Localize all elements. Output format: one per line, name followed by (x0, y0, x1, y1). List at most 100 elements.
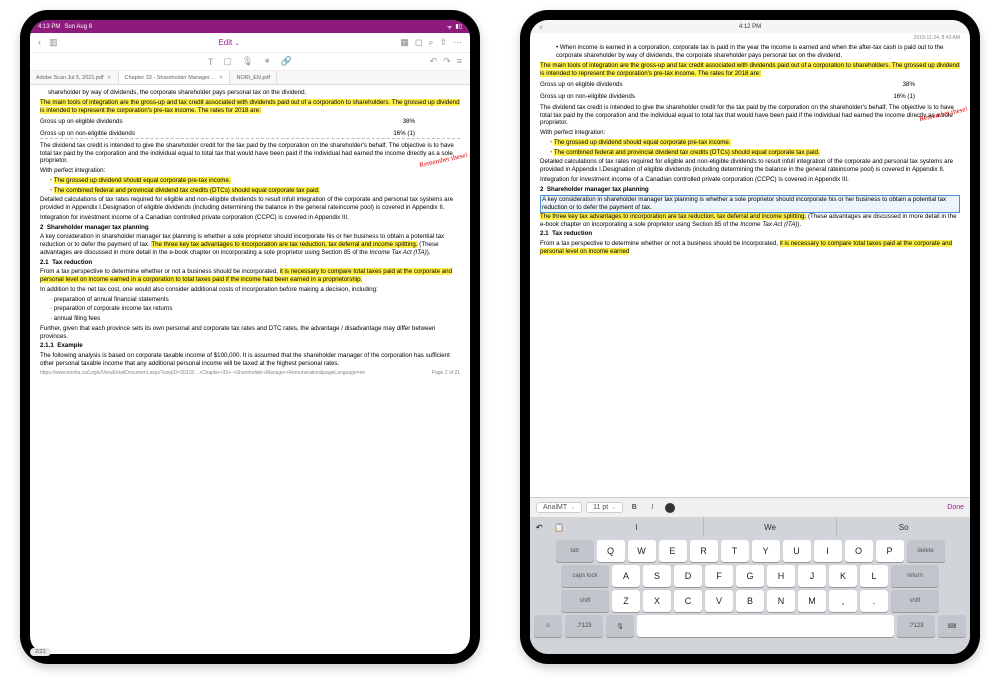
redo-icon[interactable]: ↷ (443, 56, 451, 67)
data-row: Gross up on non-eligible dividends16% (1… (40, 130, 460, 139)
bold-button[interactable]: B (627, 501, 641, 515)
tab-2[interactable]: Chapter 33 - Shareholder Manager…✕ (119, 71, 231, 84)
key-space[interactable] (637, 615, 894, 637)
section-heading: 2 Shareholder manager tax planning (540, 186, 960, 194)
body-text: Detailed calculations of tax rates requi… (540, 158, 960, 174)
status-bar: 4:13 PM Sun Aug 8 ᯤ ▮▯ (30, 20, 470, 33)
sidebar-icon[interactable]: ▥ (49, 37, 58, 48)
key-d[interactable]: D (674, 565, 702, 587)
bookmark-icon[interactable]: ◻ (415, 37, 422, 48)
key-p[interactable]: P (876, 540, 904, 562)
data-row: Gross up on non-eligible dividends16% (1… (540, 93, 960, 101)
key-emoji[interactable]: ☺ (534, 615, 562, 637)
body-text: From a tax perspective to determine whet… (540, 240, 960, 256)
text-tool-icon[interactable]: T (208, 57, 214, 67)
back-icon[interactable]: ‹ (38, 37, 41, 48)
search-icon[interactable]: ⌕ (428, 37, 433, 48)
key-z[interactable]: Z (612, 590, 640, 612)
key-period[interactable]: . (860, 590, 888, 612)
bullet-item: The combined federal and provincial divi… (540, 149, 960, 157)
key-shift-left[interactable]: shift (561, 590, 609, 612)
prediction-3[interactable]: So (837, 517, 970, 537)
key-dismiss[interactable]: ⌨ (938, 615, 966, 637)
menu-icon[interactable]: ≡ (457, 56, 462, 67)
key-m[interactable]: M (798, 590, 826, 612)
key-capslock[interactable]: caps lock (561, 565, 609, 587)
list-item: · preparation of corporate income tax re… (40, 305, 460, 313)
italic-button[interactable]: I (645, 501, 659, 515)
key-delete[interactable]: delete (907, 540, 945, 562)
screen-left: 4:13 PM Sun Aug 8 ᯤ ▮▯ ‹ ▥ Edit ⌄ ▦ ◻ ⌕ … (30, 20, 470, 654)
key-tab[interactable]: tab (556, 540, 594, 562)
prediction-1[interactable]: I (570, 517, 704, 537)
size-select[interactable]: 11 pt⌄ (586, 502, 623, 513)
close-icon[interactable]: ✕ (107, 74, 112, 81)
section-heading: 2.1 Tax reduction (40, 259, 460, 267)
mode-title[interactable]: Edit ⌄ (58, 38, 401, 47)
key-n[interactable]: N (767, 590, 795, 612)
font-select[interactable]: ArialMT⌄ (536, 502, 582, 513)
status-bar: ✕ 4:12 PM (530, 20, 970, 33)
key-b[interactable]: B (736, 590, 764, 612)
predictive-bar: ↶ 📋 I We So (530, 517, 970, 537)
key-u[interactable]: U (783, 540, 811, 562)
status-date: Sun Aug 8 (64, 24, 92, 30)
clipboard-icon[interactable]: 📋 (554, 523, 564, 532)
key-k[interactable]: K (829, 565, 857, 587)
share-icon[interactable]: ⇧ (439, 37, 447, 48)
key-return[interactable]: return (891, 565, 939, 587)
key-numbers-right[interactable]: .?123 (897, 615, 935, 637)
key-y[interactable]: Y (752, 540, 780, 562)
page-indicator[interactable]: 2/21 (30, 648, 51, 654)
key-comma[interactable]: , (829, 590, 857, 612)
key-r[interactable]: R (690, 540, 718, 562)
bullet-item: • When income is earned in a corporation… (540, 44, 960, 60)
key-q[interactable]: Q (597, 540, 625, 562)
body-text: Integration for investment income of a C… (40, 214, 460, 222)
close-icon[interactable]: ✕ (218, 74, 223, 81)
color-button[interactable] (663, 501, 677, 515)
key-j[interactable]: J (798, 565, 826, 587)
body-text: A key consideration in shareholder manag… (40, 233, 460, 256)
key-s[interactable]: S (643, 565, 671, 587)
body-text: The dividend tax credit is intended to g… (540, 104, 960, 127)
key-a[interactable]: A (612, 565, 640, 587)
key-mic[interactable]: 🎙 (606, 615, 634, 637)
prediction-2[interactable]: We (704, 517, 838, 537)
key-shift-right[interactable]: shift (891, 590, 939, 612)
document-tabs: Adobe Scan Jul 5, 2021.pdf✕ Chapter 33 -… (30, 71, 470, 85)
close-icon[interactable]: ✕ (538, 24, 544, 32)
key-x[interactable]: X (643, 590, 671, 612)
more-icon[interactable]: ⋯ (453, 37, 462, 48)
key-v[interactable]: V (705, 590, 733, 612)
tab-3[interactable]: NORI_EN.pdf (230, 71, 277, 84)
image-tool-icon[interactable]: ▢ (223, 56, 232, 67)
link-tool-icon[interactable]: 🔗 (281, 56, 292, 67)
key-numbers-left[interactable]: .?123 (565, 615, 603, 637)
key-g[interactable]: G (736, 565, 764, 587)
audio-tool-icon[interactable]: 🎙 (242, 56, 253, 67)
key-t[interactable]: T (721, 540, 749, 562)
key-e[interactable]: E (659, 540, 687, 562)
key-f[interactable]: F (705, 565, 733, 587)
undo-icon[interactable]: ↶ (536, 523, 543, 532)
doc-timestamp: 2019-11-24, 8:43 AM (540, 35, 960, 41)
key-o[interactable]: O (845, 540, 873, 562)
key-l[interactable]: L (860, 565, 888, 587)
key-i[interactable]: I (814, 540, 842, 562)
key-w[interactable]: W (628, 540, 656, 562)
undo-icon[interactable]: ↶ (430, 56, 438, 67)
key-c[interactable]: C (674, 590, 702, 612)
section-heading: 2.1 Tax reduction (540, 230, 960, 238)
body-text: From a tax perspective to determine whet… (40, 268, 460, 284)
key-h[interactable]: H (767, 565, 795, 587)
tab-1[interactable]: Adobe Scan Jul 5, 2021.pdf✕ (30, 71, 119, 84)
chevron-down-icon: ⌄ (611, 504, 616, 511)
done-button[interactable]: Done (947, 504, 964, 511)
text-selection[interactable]: A key consideration in shareholder manag… (540, 195, 960, 213)
page-footer: https://www.knotia.ca/Login/ViewEmailDoc… (40, 370, 460, 376)
document-view[interactable]: shareholder by way of dividends, the cor… (30, 85, 470, 654)
thumbnails-icon[interactable]: ▦ (400, 37, 409, 48)
document-view[interactable]: 2019-11-24, 8:43 AM • When income is ear… (530, 33, 970, 497)
stamp-tool-icon[interactable]: ✶ (263, 56, 271, 67)
